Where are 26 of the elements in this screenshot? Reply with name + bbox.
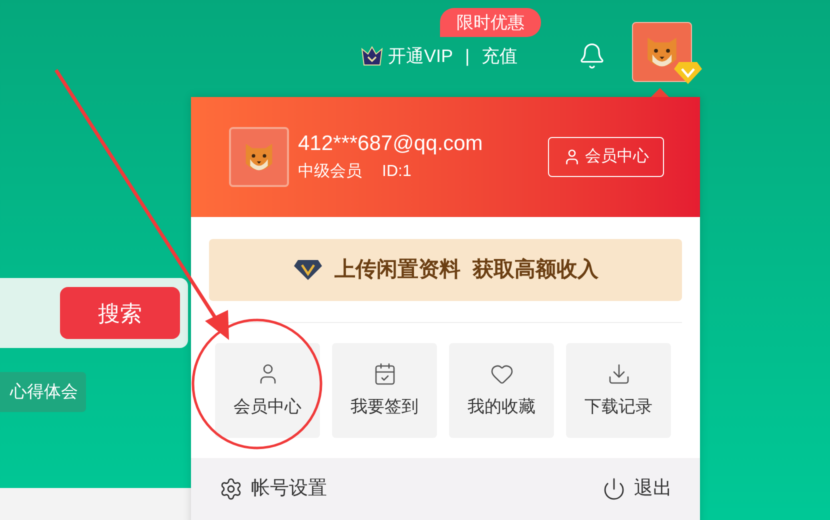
logout-button[interactable]: 退出 xyxy=(602,474,672,504)
separator: | xyxy=(465,44,470,68)
user-icon xyxy=(563,148,581,166)
download-icon xyxy=(606,362,630,386)
v-diamond-icon xyxy=(292,259,322,281)
member-center-button[interactable]: 会员中心 xyxy=(548,137,664,177)
user-id: ID:1 xyxy=(382,162,412,182)
menu-tile[interactable]: 我的收藏 xyxy=(449,343,554,438)
search-button[interactable]: 搜索 xyxy=(60,287,180,339)
diamond-icon xyxy=(673,61,703,85)
menu-tile[interactable]: 会员中心 xyxy=(215,343,320,438)
power-icon xyxy=(602,477,626,501)
user-email: 412***687@qq.com xyxy=(298,131,483,157)
crown-icon xyxy=(360,45,384,67)
banner-text: 获取高额收入 xyxy=(472,256,598,284)
member-level: 中级会员 xyxy=(298,162,362,182)
banner-text: 上传闲置资料 xyxy=(334,257,460,284)
bell-icon[interactable] xyxy=(578,42,606,70)
avatar[interactable] xyxy=(632,22,692,82)
menu-tile[interactable]: 我要签到 xyxy=(332,343,437,438)
settings-icon xyxy=(219,477,243,501)
promo-badge: 限时优惠 xyxy=(440,8,541,37)
promo-banner[interactable]: 上传闲置资料 获取高额收入 xyxy=(209,239,682,301)
calendar-check-icon xyxy=(372,362,396,386)
menu-tile[interactable]: 下载记录 xyxy=(566,343,671,438)
account-settings-button[interactable]: 帐号设置 xyxy=(219,474,327,504)
